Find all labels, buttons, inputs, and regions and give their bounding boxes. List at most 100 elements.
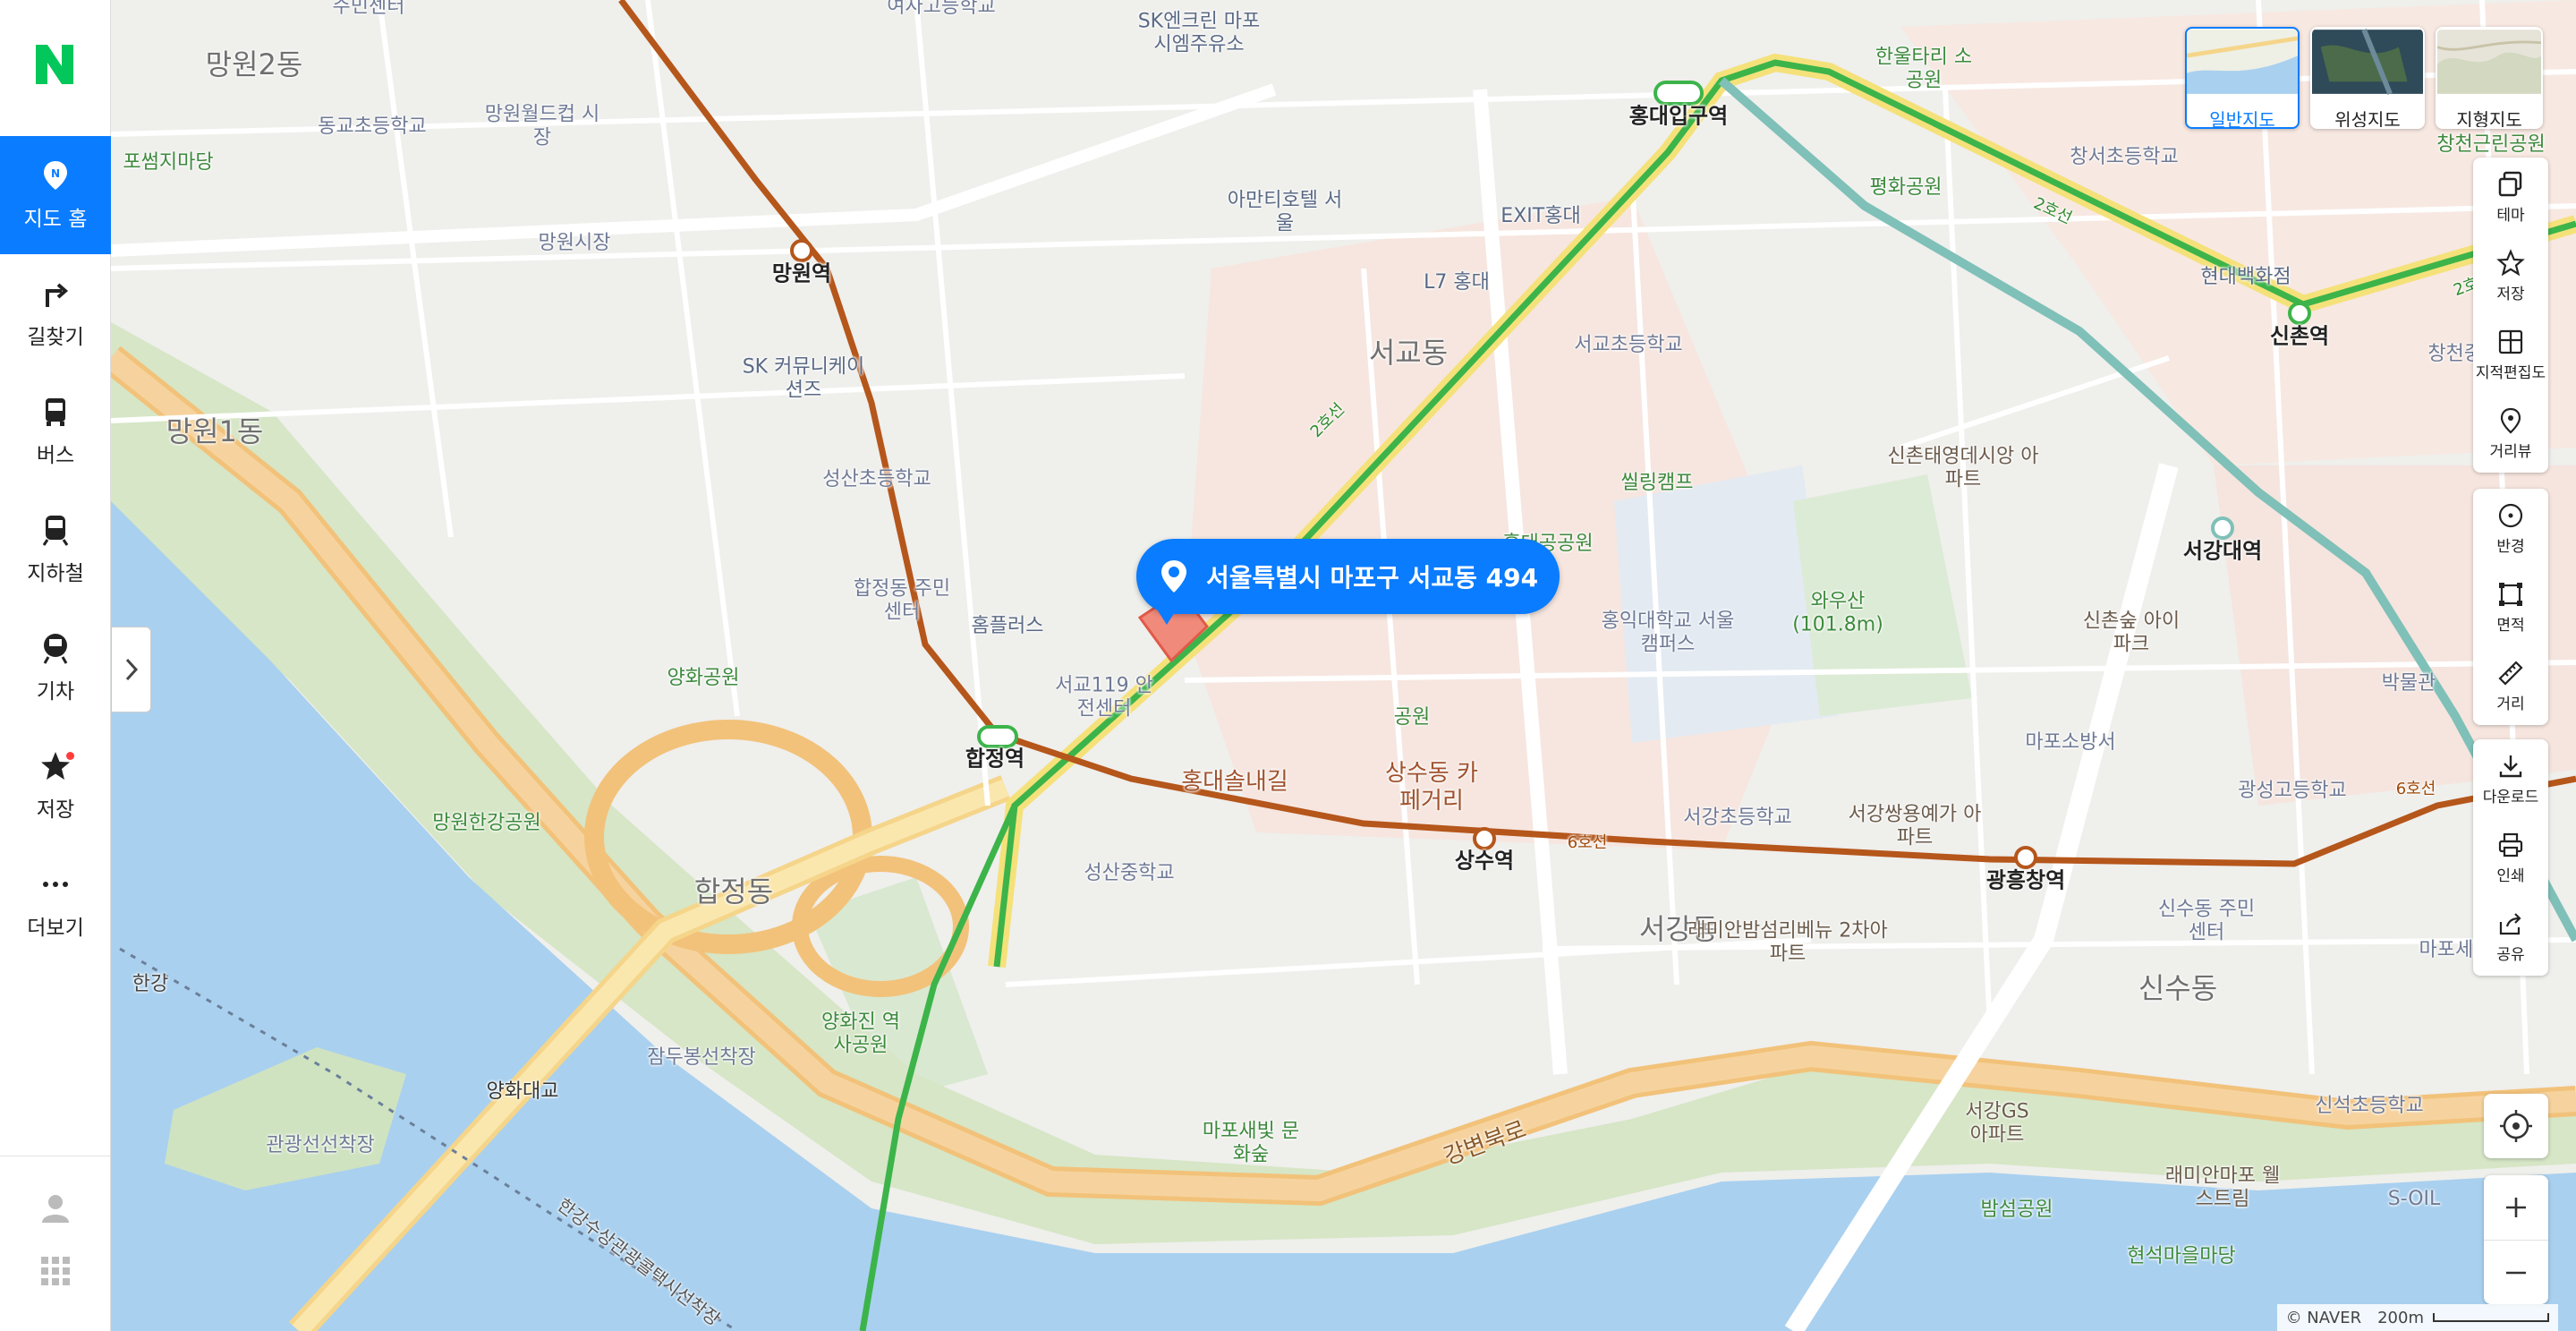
map-label-place[interactable]: EXIT홍대 [1501,205,1580,228]
map-label-place[interactable]: 망원월드컵 시장 [484,104,600,151]
maptype-terrain[interactable]: 지형지도 [2436,27,2543,129]
map-label-place[interactable]: 주민센터 [333,0,405,19]
share-icon [2499,912,2521,934]
svg-text:N: N [51,167,60,180]
map-label-street[interactable]: 상수동 카페거리 [1382,760,1481,815]
scale-bar [2433,1313,2549,1322]
map-label-place[interactable]: SK 커뮤니케이션즈 [736,356,871,404]
tool-radius[interactable]: 반경 [2473,489,2548,567]
map-label-place[interactable]: 포썸지마당 [123,151,213,175]
map-label-place[interactable]: S-OIL [2388,1188,2441,1211]
tool-distance[interactable]: 거리 [2473,646,2548,725]
map-label-place[interactable]: 아만티호텔 서울 [1227,190,1343,237]
nav-saved[interactable]: 저장 [0,727,111,845]
user-icon[interactable] [39,1192,72,1224]
station-label[interactable]: 홍대입구역 [1629,104,1728,130]
map-label-place[interactable]: 신석초등학교 [2315,1095,2423,1118]
nav-bus[interactable]: 버스 [0,372,111,491]
map-label-place[interactable]: 공원 [1394,706,1430,729]
nav-more[interactable]: 더보기 [0,845,111,963]
map-label-place[interactable]: 합정동 주민센터 [853,578,951,626]
map-label-place[interactable]: 한울타리 소공원 [1875,47,1973,94]
map-canvas[interactable]: 망원2동 망원1동 서교동 합정동 서강동 신수동 망원역 홍대입구역 합정역 … [111,0,2576,1331]
map-label-place[interactable]: 마포소방서 [2025,731,2115,755]
map-label-place[interactable]: 와우산 (101.8m) [1789,591,1887,638]
station-label[interactable]: 상수역 [1455,849,1514,875]
station-label[interactable]: 합정역 [965,747,1024,772]
tool-group-export: 다운로드 인쇄 공유 [2473,739,2548,976]
map-label-place[interactable]: 씰링캠프 [1621,472,1694,495]
map-label-place[interactable]: 서교119 안전센터 [1055,675,1153,722]
station-label[interactable]: 서강대역 [2183,539,2262,565]
map-label-place[interactable]: 서교초등학교 [1574,334,1682,357]
map-label-dong: 서교동 [1368,335,1449,370]
map-label-place[interactable]: 창천근린공원 [2436,133,2545,157]
printer-icon [2498,832,2523,857]
map-label-place[interactable]: 서강쌍용예가 아파트 [1848,804,1982,851]
map-label-place[interactable]: 창서초등학교 [2070,146,2178,169]
tool-theme[interactable]: 테마 [2473,158,2548,236]
maptype-normal[interactable]: 일반지도 [2185,27,2300,129]
map-label-place[interactable]: SK엔크린 마포시엠주유소 [1132,11,1266,58]
location-pin-icon [1145,548,1203,605]
tool-print[interactable]: 인쇄 [2473,818,2548,897]
map-label-place[interactable]: 신촌태영데시앙 아파트 [1887,446,2039,493]
map-label-dong: 합정동 [693,874,774,909]
map-label-place[interactable]: 래미안마포 웰스트림 [2164,1165,2281,1213]
map-label-place[interactable]: 홍익대학교 서울캠퍼스 [1601,610,1735,658]
map-label-place[interactable]: 관광선선착장 [266,1134,374,1157]
map-label-place[interactable]: 성산중학교 [1084,862,1174,885]
map-label-place[interactable]: L7 홍대 [1424,271,1490,294]
map-label-place[interactable]: 밤섬공원 [1981,1199,2053,1222]
map-label-place[interactable]: 래미안밤섬리베뉴 2차아파트 [1685,920,1891,968]
my-location-button[interactable] [2484,1094,2548,1158]
map-label-place[interactable]: 현석마을마당 [2127,1245,2235,1268]
station-label[interactable]: 망원역 [772,261,831,287]
tool-area[interactable]: 면적 [2473,567,2548,646]
nav-train[interactable]: 기차 [0,609,111,727]
map-label-place[interactable]: 현대백화점 [2200,266,2291,289]
map-label-place[interactable]: 서강초등학교 [1683,806,1791,830]
star-outline-icon [2496,248,2525,276]
map-label-place[interactable]: 박물관 [2382,672,2436,695]
tool-share[interactable]: 공유 [2473,897,2548,976]
nav-directions[interactable]: 길찾기 [0,254,111,372]
tool-street-view[interactable]: 거리뷰 [2473,394,2548,473]
ruler-icon [2498,660,2523,686]
tool-download[interactable]: 다운로드 [2473,739,2548,818]
zoom-out-button[interactable] [2484,1240,2548,1304]
tool-label: 지적편집도 [2475,363,2546,382]
map-label-place[interactable]: 평화공원 [1870,176,1943,200]
map-label-place[interactable]: 양화공원 [667,667,740,690]
tool-save[interactable]: 저장 [2473,236,2548,315]
radius-icon [2498,503,2523,527]
zoom-in-button[interactable] [2484,1175,2548,1240]
nav-map-home[interactable]: N 지도 홈 [0,136,111,254]
map-label-place[interactable]: 잠두봉선착장 [647,1046,755,1070]
map-label-place[interactable]: 신수동 주민센터 [2157,899,2256,946]
map-label-place[interactable]: 양화대교 [487,1080,559,1104]
address-callout[interactable]: 서울특별시 마포구 서교동 494 [1136,539,1560,614]
map-label-place[interactable]: 망원시장 [539,232,611,255]
map-label-place[interactable]: 서강GS 아파트 [1957,1101,2037,1148]
map-label-place[interactable]: 광성고등학교 [2238,780,2346,803]
station-label[interactable]: 광흥창역 [1986,868,2065,894]
station-label[interactable]: 신촌역 [2270,324,2329,350]
map-label-place[interactable]: 홈플러스 [972,615,1044,638]
map-label-place[interactable]: 한강 [132,973,168,996]
apps-grid-icon[interactable] [39,1255,72,1287]
map-label-street[interactable]: 홍대솔내길 [1181,768,1288,796]
normal-map-thumbnail [2187,30,2298,94]
map-label-place[interactable]: 망원한강공원 [432,812,540,835]
map-label-place[interactable]: 성산초등학교 [822,468,931,491]
panel-expand-button[interactable] [112,627,151,712]
map-label-place[interactable]: 동교초등학교 [318,115,426,139]
map-label-place[interactable]: 마포새빛 문화숲 [1202,1121,1300,1168]
map-label-place[interactable]: 여자고등학교 [887,0,995,19]
map-label-place[interactable]: 양화진 역사공원 [820,1011,901,1059]
tool-cadastral[interactable]: 지적편집도 [2473,315,2548,394]
naver-logo[interactable] [34,43,75,86]
nav-subway[interactable]: 지하철 [0,491,111,609]
map-label-place[interactable]: 신촌숲 아이파크 [2082,610,2181,658]
maptype-satellite[interactable]: 위성지도 [2310,27,2425,129]
